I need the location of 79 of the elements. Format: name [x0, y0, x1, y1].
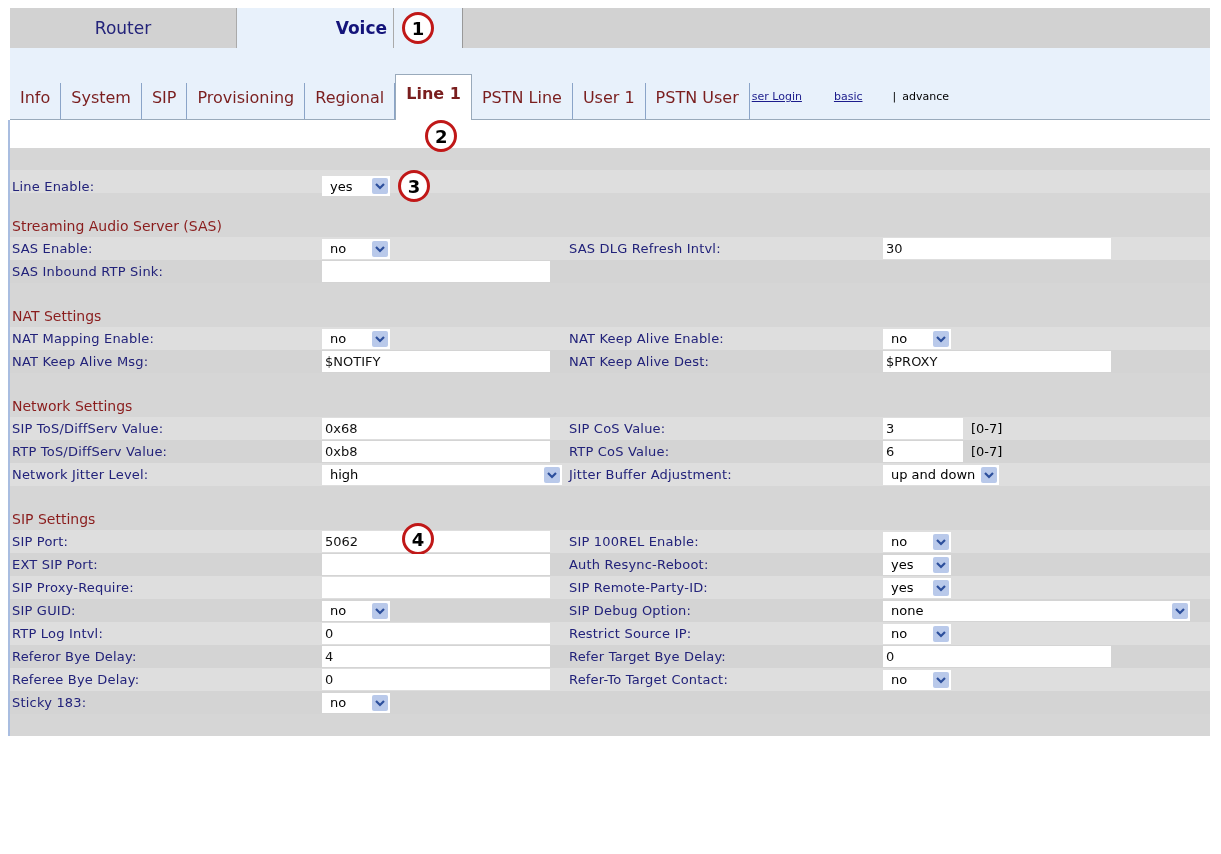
sub-tab[interactable]: User 1: [572, 83, 646, 119]
dropdown[interactable]: yes: [883, 554, 951, 575]
input-field[interactable]: $NOTIFY: [322, 351, 550, 372]
input-field[interactable]: 6: [883, 441, 963, 462]
sub-tab[interactable]: System: [61, 83, 142, 119]
field-label: Refer Target Bye Delay:: [568, 649, 727, 664]
field-label: NAT Keep Alive Enable:: [568, 331, 725, 346]
field-label: Restrict Source IP:: [568, 626, 693, 641]
nav-link[interactable]: basic: [831, 90, 863, 119]
input-field[interactable]: 3: [883, 418, 963, 439]
dropdown[interactable]: no: [322, 328, 390, 349]
dropdown[interactable]: high: [322, 464, 562, 485]
dropdown[interactable]: none: [883, 600, 1190, 621]
sub-tab[interactable]: SIP: [141, 83, 188, 119]
section-title: Streaming Audio Server (SAS): [11, 218, 223, 234]
field-label: NAT Keep Alive Dest:: [568, 354, 711, 369]
field-label: EXT SIP Port:: [11, 557, 99, 572]
dropdown[interactable]: no: [322, 238, 390, 259]
field-label: SAS DLG Refresh Intvl:: [568, 241, 722, 256]
input-field[interactable]: 30: [883, 238, 1111, 259]
dropdown[interactable]: no: [322, 692, 390, 713]
sub-tab[interactable]: Provisioning: [187, 83, 306, 119]
field-label: SIP Debug Option:: [568, 603, 693, 618]
sub-tab[interactable]: PSTN Line: [471, 83, 573, 119]
input-field[interactable]: 0: [322, 623, 550, 644]
mode-label: advance: [902, 90, 949, 105]
field-label: Network Jitter Level:: [11, 467, 150, 482]
main-tab[interactable]: Router: [10, 8, 237, 48]
sub-tab[interactable]: Info: [10, 83, 62, 119]
field-label: Referee Bye Delay:: [11, 672, 141, 687]
range-hint: [0-7]: [971, 444, 1003, 459]
field-label: NAT Keep Alive Msg:: [11, 354, 150, 369]
section-title: Network Settings: [11, 398, 134, 414]
field-label: Line Enable:: [11, 178, 96, 194]
sub-tab[interactable]: PSTN User: [645, 83, 750, 119]
separator-mark: |: [892, 90, 898, 105]
dropdown[interactable]: yes: [883, 577, 951, 598]
dropdown[interactable]: up and down: [883, 464, 1000, 485]
dropdown[interactable]: no: [883, 531, 951, 552]
sub-tab[interactable]: Line 1: [395, 74, 472, 120]
field-label: SIP CoS Value:: [568, 421, 667, 436]
field-label: SIP Remote-Party-ID:: [568, 580, 709, 595]
field-label: SIP GUID:: [11, 603, 77, 618]
field-label: RTP CoS Value:: [568, 444, 671, 459]
field-label: SIP Proxy-Require:: [11, 580, 135, 595]
field-label: SIP Port:: [11, 534, 69, 549]
input-field[interactable]: 0: [883, 646, 1111, 667]
dropdown[interactable]: no: [883, 328, 951, 349]
section-title: SIP Settings: [11, 511, 97, 527]
input-field[interactable]: 0x68: [322, 418, 550, 439]
field-label: SAS Enable:: [11, 241, 94, 256]
field-label: NAT Mapping Enable:: [11, 331, 156, 346]
field-label: Referor Bye Delay:: [11, 649, 138, 664]
callout-number: 3: [398, 170, 430, 202]
main-tab[interactable]: Voice: [237, 8, 394, 48]
field-label: SIP ToS/DiffServ Value:: [11, 421, 165, 436]
nav-link[interactable]: ser Login: [749, 90, 802, 119]
input-field[interactable]: 0: [322, 669, 550, 690]
field-label: SIP 100REL Enable:: [568, 534, 700, 549]
field-label: Refer-To Target Contact:: [568, 672, 729, 687]
field-label: SAS Inbound RTP Sink:: [11, 264, 165, 279]
input-field[interactable]: [322, 577, 550, 598]
input-field[interactable]: $PROXY: [883, 351, 1111, 372]
field-label: Auth Resync-Reboot:: [568, 557, 710, 572]
dropdown[interactable]: no: [883, 623, 951, 644]
range-hint: [0-7]: [971, 421, 1003, 436]
field-label: RTP ToS/DiffServ Value:: [11, 444, 169, 459]
dropdown[interactable]: no: [883, 669, 951, 690]
input-field[interactable]: 0xb8: [322, 441, 550, 462]
section-title: NAT Settings: [11, 308, 103, 324]
dropdown[interactable]: yes: [322, 176, 390, 196]
input-field[interactable]: 4: [322, 646, 550, 667]
field-label: Sticky 183:: [11, 695, 88, 710]
input-field[interactable]: [322, 261, 550, 282]
callout-number: 1: [402, 12, 434, 44]
dropdown[interactable]: no: [322, 600, 390, 621]
field-label: RTP Log Intvl:: [11, 626, 104, 641]
field-label: Jitter Buffer Adjustment:: [567, 467, 733, 482]
input-field[interactable]: [322, 554, 550, 575]
